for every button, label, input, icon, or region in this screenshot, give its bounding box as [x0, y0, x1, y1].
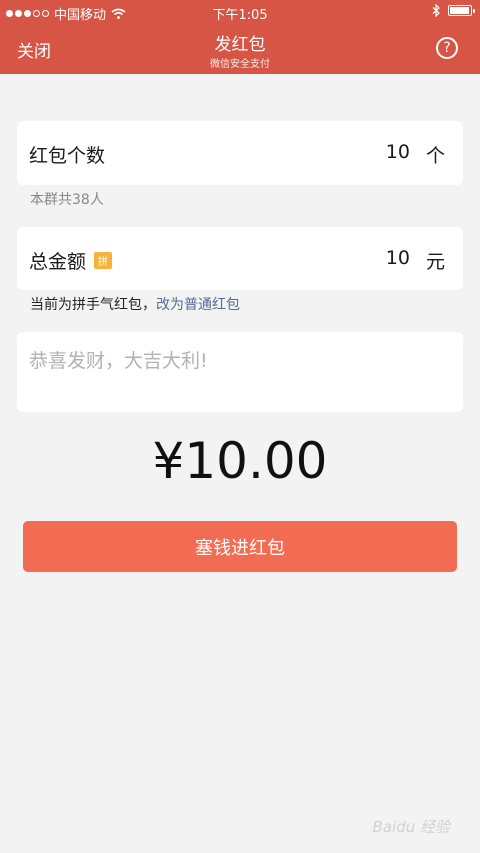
count-label-text: 红包个数	[29, 145, 106, 167]
page-title: 发红包	[214, 35, 266, 55]
submit-red-packet-button[interactable]: 塞钱进红包	[23, 521, 457, 572]
count-label: 红包个数	[29, 141, 105, 168]
count-value-group[interactable]: 10 个	[386, 141, 445, 168]
switch-to-normal-link[interactable]: 改为普通红包	[156, 297, 240, 313]
bluetooth-icon	[432, 4, 440, 17]
greeting-message-input[interactable]	[29, 350, 449, 372]
group-size-note: 本群共38人	[30, 192, 104, 208]
amount-value-group[interactable]: 10 元	[386, 247, 445, 274]
count-unit: 个	[425, 145, 445, 167]
amount-unit: 元	[425, 251, 445, 273]
mode-note-text: 当前为拼手气红包，	[30, 297, 156, 313]
status-time: 下午1:05	[212, 8, 268, 23]
count-value[interactable]: 10	[386, 141, 410, 168]
pin-badge-icon: 拼	[94, 252, 113, 269]
message-card[interactable]	[17, 332, 463, 412]
battery-icon	[448, 5, 475, 16]
help-button[interactable]: ?	[436, 37, 458, 59]
status-bar: 中国移动 下午1:05	[0, 0, 480, 24]
question-mark-icon: ?	[443, 40, 451, 56]
baidu-watermark: Baidu 经验	[372, 818, 450, 836]
amount-value[interactable]: 10	[386, 247, 410, 274]
amount-row[interactable]: 总金额 拼 10 元	[17, 227, 463, 290]
total-amount-display: ¥10.00	[152, 432, 328, 490]
mode-note: 当前为拼手气红包，改为普通红包	[30, 294, 240, 314]
header-bar: 中国移动 下午1:05 关闭 发红包 微信安全支付 ?	[0, 0, 480, 74]
amount-label-text: 总金额	[29, 251, 87, 273]
status-right	[432, 4, 475, 17]
amount-label: 总金额 拼	[29, 247, 113, 274]
count-row[interactable]: 红包个数 10 个	[17, 121, 463, 185]
page-subtitle: 微信安全支付	[210, 59, 270, 70]
